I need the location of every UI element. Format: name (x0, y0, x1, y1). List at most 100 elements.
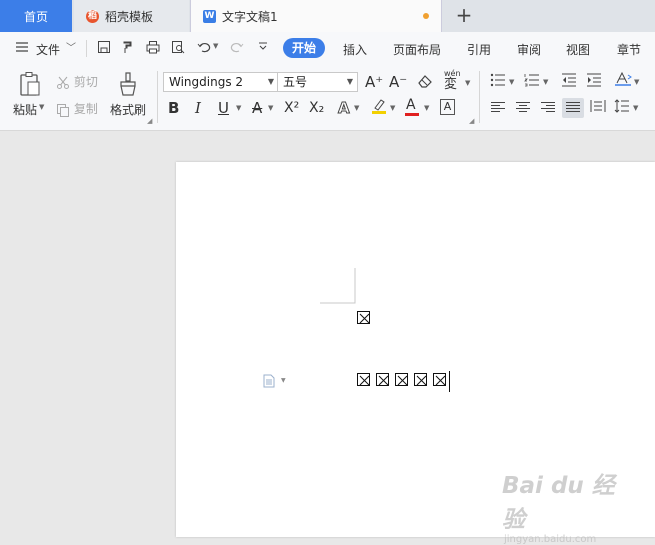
font-name-value: Wingdings 2 (169, 75, 244, 89)
distribute-icon (590, 100, 606, 112)
line-spacing-dropdown-icon[interactable]: ▼ (633, 104, 638, 112)
redo-icon (229, 40, 245, 56)
font-size-select[interactable]: 五号 ▼ (277, 72, 358, 92)
divider (479, 71, 480, 123)
increase-font-icon: A⁺ (365, 73, 384, 91)
paragraph-options-button[interactable]: ▼ (262, 374, 286, 391)
character-border-button[interactable]: A (440, 99, 455, 115)
paste-dropdown-icon[interactable]: ▼ (39, 103, 44, 111)
font-name-select[interactable]: Wingdings 2 ▼ (163, 72, 279, 92)
subscript-button[interactable]: X₂ (309, 99, 324, 117)
underline-dropdown-icon[interactable]: ▼ (236, 104, 241, 112)
chinese-layout-icon (615, 71, 632, 86)
font-color-button[interactable]: A (405, 96, 419, 116)
tab-home[interactable]: 首页 (0, 0, 72, 32)
chinese-layout-button[interactable] (614, 71, 632, 92)
tab-document[interactable]: W 文字文稿1 (190, 0, 442, 32)
save-icon[interactable] (96, 40, 112, 56)
phonetic-dropdown-icon[interactable]: ▼ (465, 79, 470, 87)
italic-button[interactable]: I (195, 99, 201, 117)
divider (157, 71, 158, 123)
paste-button[interactable] (12, 71, 48, 100)
bold-icon: B (168, 99, 180, 117)
decrease-font-icon: A⁻ (389, 73, 408, 91)
checkbox-x-glyph (357, 373, 370, 386)
text-effect-dropdown-icon[interactable]: ▼ (354, 104, 359, 112)
cut-button[interactable]: 剪切 (56, 73, 98, 90)
superscript-button[interactable]: X² (284, 99, 299, 117)
chinese-layout-dropdown-icon[interactable]: ▼ (634, 78, 639, 86)
strikethrough-icon: A (252, 99, 263, 117)
checkbox-x-glyph (376, 373, 389, 386)
menu-start-tab[interactable]: 开始 (283, 38, 325, 58)
clipboard-group-launcher-icon[interactable]: ◢ (147, 117, 152, 125)
align-justify-button[interactable] (562, 98, 584, 118)
bullet-list-button[interactable] (490, 73, 506, 92)
align-right-button[interactable] (541, 102, 555, 114)
copy-label: 复制 (73, 102, 98, 116)
font-group-launcher-icon[interactable]: ◢ (469, 117, 474, 125)
text-effect-button[interactable]: A (338, 99, 351, 118)
align-center-button[interactable] (516, 102, 530, 114)
decrease-indent-button[interactable] (561, 73, 577, 92)
increase-indent-button[interactable] (586, 73, 602, 92)
numbered-list-button[interactable] (524, 73, 540, 92)
undo-dropdown-icon[interactable]: ▼ (213, 42, 218, 50)
print-preview-icon[interactable] (170, 40, 186, 56)
chevron-down-icon[interactable]: ﹀ (66, 39, 76, 54)
highlight-button[interactable] (371, 97, 387, 120)
bold-button[interactable]: B (168, 99, 179, 117)
underline-button[interactable]: U (218, 99, 229, 117)
format-painter-button[interactable] (113, 71, 143, 100)
font-color-dropdown-icon[interactable]: ▼ (424, 104, 429, 112)
paste-label: 粘贴 (13, 103, 38, 117)
highlight-dropdown-icon[interactable]: ▼ (390, 104, 395, 112)
tab-templates[interactable]: 稻 稻壳模板 (74, 0, 189, 32)
line-spacing-icon (614, 99, 629, 113)
decrease-font-size-button[interactable]: A⁻ (389, 73, 407, 91)
watermark-logo: Bai du 经验 (502, 473, 615, 533)
menu-bar: 文件 ﹀ ▼ 开始 插入 页面布局 引用 审阅 视图 章节 (0, 32, 655, 66)
phonetic-icon: 変 (444, 77, 458, 92)
new-tab-button[interactable]: + (453, 5, 475, 27)
numbering-dropdown-icon[interactable]: ▼ (543, 78, 548, 86)
hamburger-menu-icon[interactable] (14, 40, 30, 56)
chevron-down-icon: ▼ (267, 77, 274, 86)
menu-file[interactable]: 文件 (36, 41, 60, 58)
menu-chapter[interactable]: 章节 (617, 41, 641, 58)
margin-corner-marker (320, 268, 356, 304)
strikethrough-dropdown-icon[interactable]: ▼ (268, 104, 273, 112)
menu-review[interactable]: 审阅 (517, 41, 541, 58)
copy-button[interactable]: 复制 (56, 100, 98, 117)
customize-quick-access-icon[interactable] (255, 40, 271, 56)
bullet-dropdown-icon[interactable]: ▼ (509, 78, 514, 86)
highlighter-icon (372, 99, 386, 114)
font-color-icon: A (406, 97, 416, 113)
eraser-icon (418, 75, 432, 88)
align-left-button[interactable] (491, 102, 505, 114)
print-icon[interactable] (145, 40, 161, 56)
paragraph-options-icon (263, 374, 275, 388)
font-size-value: 五号 (283, 75, 308, 89)
checkbox-x-glyph (414, 373, 427, 386)
distributed-align-button[interactable] (590, 99, 606, 118)
baidu-jingyan-watermark: Bai du 经验 jingyan.baidu.com (502, 466, 632, 545)
char-border-icon: A (443, 100, 452, 113)
clear-formatting-button[interactable] (417, 73, 433, 94)
line-spacing-button[interactable] (614, 99, 630, 118)
checkbox-x-glyph (433, 373, 446, 386)
increase-font-size-button[interactable]: A⁺ (365, 73, 383, 91)
undo-icon[interactable] (196, 40, 212, 56)
unsaved-indicator-icon (423, 13, 429, 19)
phonetic-guide-button[interactable]: wén 変 (444, 69, 461, 92)
menu-references[interactable]: 引用 (467, 41, 491, 58)
menu-view[interactable]: 视图 (566, 41, 590, 58)
bullet-list-icon (490, 73, 505, 87)
strikethrough-button[interactable]: A (252, 99, 262, 117)
cut-label: 剪切 (73, 75, 98, 89)
format-painter-quick-icon[interactable] (120, 40, 136, 56)
italic-icon: I (195, 99, 201, 117)
menu-insert[interactable]: 插入 (343, 41, 367, 58)
menu-page-layout[interactable]: 页面布局 (393, 41, 441, 58)
numbered-list-icon (524, 74, 539, 87)
